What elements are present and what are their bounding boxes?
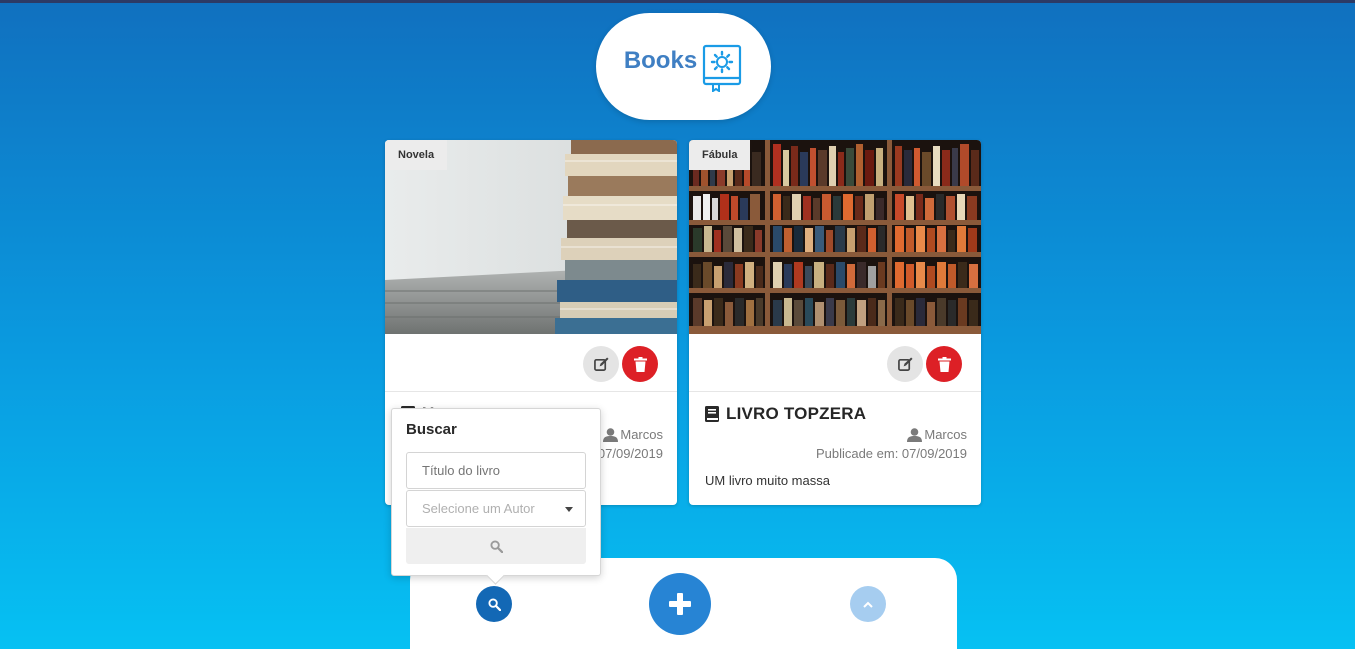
- edit-icon: [897, 356, 913, 371]
- book-card: Fábula LIVRO TOPZERA Marcos Publicade em…: [689, 140, 981, 505]
- trash-icon: [937, 356, 951, 372]
- card-actions: [689, 334, 981, 392]
- search-toggle-button[interactable]: [476, 586, 512, 622]
- author-name: Marcos: [924, 427, 967, 442]
- user-icon: [907, 427, 923, 442]
- logo-text: Books: [623, 46, 698, 74]
- book-title-text: LIVRO TOPZERA: [726, 404, 867, 423]
- trash-icon: [633, 356, 647, 372]
- edit-button[interactable]: [887, 346, 923, 382]
- caret-down-icon: [565, 507, 573, 512]
- plus-icon: [669, 593, 691, 615]
- published-date: Publicade em: 07/09/2019: [815, 446, 967, 461]
- add-book-button[interactable]: [649, 573, 711, 635]
- card-actions: [385, 334, 677, 392]
- book-icon: [705, 406, 719, 422]
- author-select-placeholder: Selecione um Autor: [422, 501, 535, 516]
- author-name: Marcos: [620, 427, 663, 442]
- book-description: UM livro muito massa: [705, 473, 830, 488]
- book-author: Marcos: [907, 427, 967, 442]
- search-icon: [489, 539, 503, 553]
- delete-button[interactable]: [622, 346, 658, 382]
- scroll-top-button[interactable]: [850, 586, 886, 622]
- edit-button[interactable]: [583, 346, 619, 382]
- search-title: Buscar: [406, 421, 457, 438]
- app-logo[interactable]: Books: [596, 13, 771, 120]
- book-title: LIVRO TOPZERA: [705, 404, 866, 424]
- book-gear-icon: [703, 44, 742, 92]
- chevron-up-icon: [863, 601, 873, 608]
- book-author: Marcos: [603, 427, 663, 442]
- search-popover: Buscar Selecione um Autor: [391, 408, 601, 576]
- title-search-input[interactable]: [406, 452, 586, 489]
- search-icon: [487, 597, 501, 611]
- delete-button[interactable]: [926, 346, 962, 382]
- user-icon: [603, 427, 619, 442]
- category-badge: Fábula: [689, 140, 751, 170]
- author-select[interactable]: Selecione um Autor: [406, 490, 586, 527]
- top-accent-line: [0, 0, 1355, 3]
- search-submit-button[interactable]: [406, 528, 586, 564]
- category-badge: Novela: [385, 140, 448, 170]
- edit-icon: [593, 356, 609, 371]
